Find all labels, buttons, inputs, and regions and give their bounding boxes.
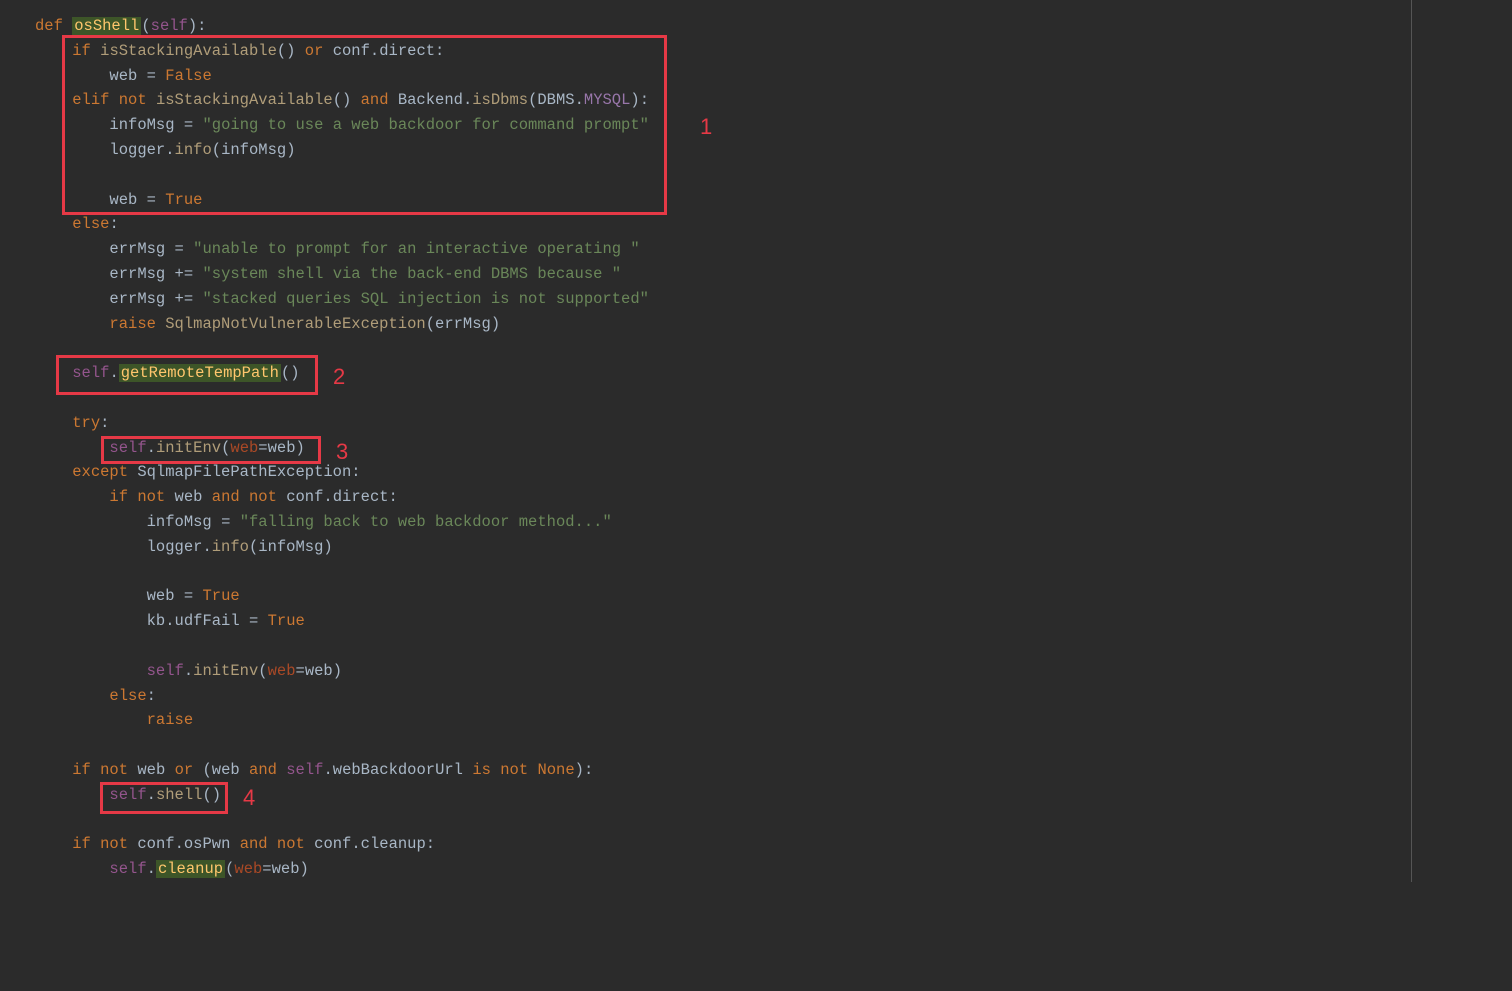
code-line: [35, 808, 1512, 833]
code-line: [35, 336, 1512, 361]
self-param: self: [151, 17, 188, 35]
annotation-1: 1: [700, 115, 712, 140]
code-line: if not conf.osPwn and not conf.cleanup:: [35, 832, 1512, 857]
code-line: web = False: [35, 64, 1512, 89]
code-line: raise: [35, 708, 1512, 733]
code-line: kb.udfFail = True: [35, 609, 1512, 634]
code-line: self.shell(): [35, 783, 1512, 808]
code-line: else:: [35, 212, 1512, 237]
code-line: [35, 634, 1512, 659]
code-line: [35, 560, 1512, 585]
code-line: [35, 386, 1512, 411]
code-line: infoMsg = "falling back to web backdoor …: [35, 510, 1512, 535]
code-line: [35, 163, 1512, 188]
code-line: errMsg += "stacked queries SQL injection…: [35, 287, 1512, 312]
code-line: elif not isStackingAvailable() and Backe…: [35, 88, 1512, 113]
keyword-def: def: [35, 17, 63, 35]
code-line: self.getRemoteTempPath(): [35, 361, 1512, 386]
code-editor[interactable]: def osShell(self): if isStackingAvailabl…: [35, 14, 1512, 882]
code-line: def osShell(self):: [35, 14, 1512, 39]
code-line: self.cleanup(web=web): [35, 857, 1512, 882]
code-line: else:: [35, 684, 1512, 709]
code-line: [35, 733, 1512, 758]
function-name: osShell: [72, 17, 141, 35]
code-line: if isStackingAvailable() or conf.direct:: [35, 39, 1512, 64]
code-line: web = True: [35, 584, 1512, 609]
code-line: infoMsg = "going to use a web backdoor f…: [35, 113, 1512, 138]
annotation-4: 4: [243, 786, 255, 811]
code-line: errMsg = "unable to prompt for an intera…: [35, 237, 1512, 262]
code-line: raise SqlmapNotVulnerableException(errMs…: [35, 312, 1512, 337]
code-line: self.initEnv(web=web): [35, 659, 1512, 684]
code-line: logger.info(infoMsg): [35, 535, 1512, 560]
code-line: self.initEnv(web=web): [35, 436, 1512, 461]
code-line: errMsg += "system shell via the back-end…: [35, 262, 1512, 287]
annotation-3: 3: [336, 440, 348, 465]
code-line: try:: [35, 411, 1512, 436]
editor-margin-line: [1411, 0, 1412, 882]
code-line: except SqlmapFilePathException:: [35, 460, 1512, 485]
code-line: if not web and not conf.direct:: [35, 485, 1512, 510]
code-line: logger.info(infoMsg): [35, 138, 1512, 163]
code-line: if not web or (web and self.webBackdoorU…: [35, 758, 1512, 783]
annotation-2: 2: [333, 365, 345, 390]
code-line: web = True: [35, 188, 1512, 213]
